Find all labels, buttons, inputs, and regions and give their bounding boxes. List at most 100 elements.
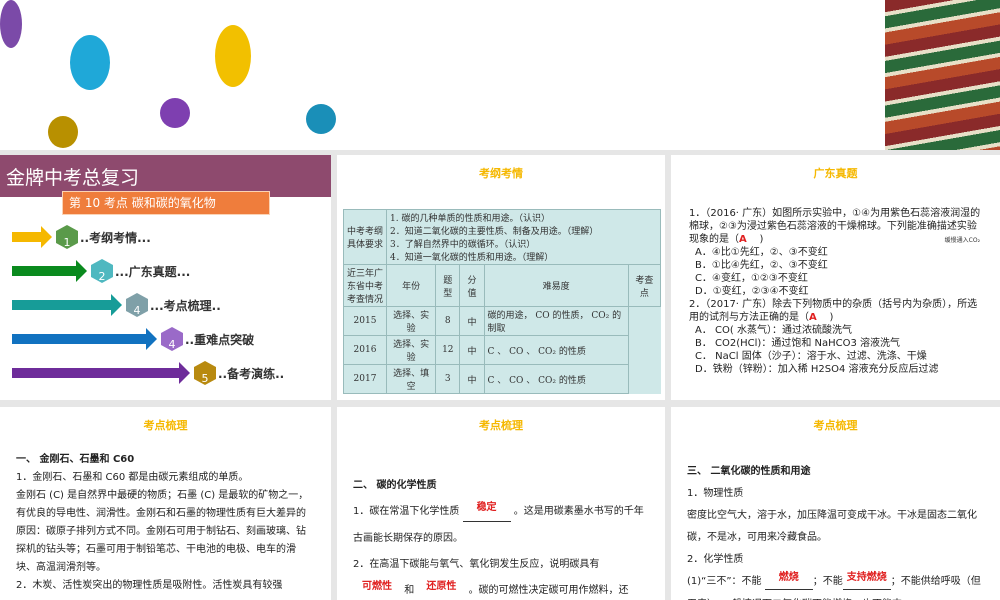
table-cell: 12 [435, 335, 461, 365]
col-header: 分值 [459, 264, 485, 307]
menu-item-label: ...广东真题... [115, 264, 191, 279]
menu-item[interactable]: 5 ..备考演练.. [12, 361, 284, 385]
paragraph: 1．金刚石、石墨和 C60 都是由碳元素组成的单质。 [16, 472, 249, 483]
cover-slide[interactable]: 金牌中考总复习 第 10 考点 碳和碳的氧化物 1 ..考纲考情... 2 ...广东… [0, 155, 331, 400]
experiment-figure: 缓慢通入CO₂ [945, 235, 980, 244]
section-heading: 三、 二氧化碳的性质和用途 [687, 466, 811, 477]
req-item: 2．知道二氧化碳的主要性质、制备及用途。（理解） [390, 227, 599, 237]
books-image [885, 0, 1000, 150]
slide-grid: 金牌中考总复习 第 10 考点 碳和碳的氧化物 1 ..考纲考情... 2 ...广东… [0, 150, 1000, 600]
notes-body: 三、 二氧化碳的性质和用途 1．物理性质 密度比空气大，溶于水，加压降温可变成干… [671, 461, 1000, 600]
menu-item-label: ..考纲考情... [80, 230, 151, 245]
menu-item-label: ..备考演练.. [218, 366, 285, 381]
paragraph: 1．碳在常温下化学性质 稳定 。这是用碳素墨水书写的千年古画能长期保存的原因。 [353, 499, 649, 552]
paragraph: 金刚石 (C) 是自然界中最硬的物质；石墨 (C) 是最软的矿物之一，有优良的导… [16, 490, 309, 573]
option: D．铁粉（锌粉）：加入稀 H2SO4 溶液充分反应后过滤 [695, 364, 939, 375]
menu-item[interactable]: 4 ..重难点突破 [12, 327, 254, 351]
paren: ) [759, 234, 764, 245]
req-head: 中考考纲具体要求 [343, 209, 387, 265]
item-number: 1 [63, 236, 71, 249]
table-row: 2016 选择、实验 12 中 C 、 CO 、 CO₂ 的性质 [343, 335, 661, 365]
answer: A [809, 312, 817, 323]
cube-icon: 1 [56, 225, 78, 249]
req-item: 4．知道一氧化碳的性质和用途。（理解） [390, 253, 554, 263]
table-cell: 2017 [343, 364, 387, 394]
item-number: 4 [168, 338, 176, 351]
paragraph: 2．木炭、活性炭突出的物理性质是吸附性。活性炭具有较强 [16, 580, 283, 591]
arrow-icon [12, 362, 190, 384]
subheading: 2．化学性质 [687, 554, 744, 565]
req-item: 3．了解自然界中的碳循环。（认识） [390, 240, 536, 250]
slide-title: 考纲考情 [479, 167, 523, 180]
text: 和 [404, 585, 415, 596]
arrow-icon [12, 328, 157, 350]
text: 。碳的可燃性决定碳可用作燃料，还 [468, 585, 629, 596]
notes-slide-3[interactable]: 考点梳理 三、 二氧化碳的性质和用途 1．物理性质 密度比空气大，溶于水，加压降… [671, 407, 1000, 600]
exam-slide[interactable]: 广东真题 1．（2016· 广东）如图所示实验中，①④为用紫色石蕊溶液润湿的棉球… [671, 155, 1000, 400]
menu-item-label: ...考点梳理.. [150, 298, 221, 313]
notes-slide-2[interactable]: 考点梳理 二、 碳的化学性质 1．碳在常温下化学性质 稳定 。这是用碳素墨水书写… [337, 407, 665, 600]
option: B．①比④先红，②、③不变红 [695, 260, 828, 271]
item-number: 5 [201, 372, 209, 385]
text: (1)“三不”：不能 [687, 576, 762, 587]
subheading: 1．物理性质 [687, 488, 744, 499]
cube-icon: 2 [91, 259, 113, 283]
notes-slide-1[interactable]: 考点梳理 一、 金刚石、石墨和 C60 1．金刚石、石墨和 C60 都是由碳元素… [0, 407, 331, 600]
cube-icon: 4 [126, 293, 148, 317]
table-row: 2017 选择、填空 3 中 C 、 CO 、 CO₂ 的性质 [343, 364, 661, 394]
decorative-yellow-egg [215, 25, 251, 87]
table-cell: 2016 [343, 335, 387, 365]
item-number: 4 [133, 304, 141, 317]
option: B． CO2(HCl)：通过饱和 NaHCO3 溶液洗气 [695, 338, 901, 349]
table-cell: C 、 CO 、 CO₂ 的性质 [483, 364, 629, 394]
q2-options: A． CO( 水蒸气）：通过浓硫酸洗气 B． CO2(HCl)：通过饱和 NaHC… [671, 324, 1000, 376]
slide-title: 广东真题 [813, 167, 858, 180]
menu-item-label: ..重难点突破 [185, 332, 255, 347]
menu-item[interactable]: 1 ..考纲考情... [12, 225, 151, 249]
option: C． NaCl 固体（沙子）：溶于水、过滤、洗涤、干燥 [695, 351, 927, 362]
decorative-teal-ball [306, 104, 336, 134]
req-item: 1. 碳的几种单质的性质和用途。（认识） [390, 214, 550, 224]
outline-table: 中考考纲具体要求 1. 碳的几种单质的性质和用途。（认识） 2．知道二氧化碳的主… [343, 209, 662, 394]
table-cell: C 、 CO 、 CO₂ 的性质 [483, 335, 629, 365]
table-row: 2015 选择、实验 8 中碳的用途， CO 的性质， CO₂ 的制取 [343, 306, 661, 336]
table-cell: 选择、实验 [385, 306, 437, 336]
cube-icon: 4 [161, 327, 183, 351]
q1-options: A．④比①先红，②、③不变红 B．①比④先红，②、③不变红 C．④变红，①②③不变红… [671, 246, 1000, 298]
table-cell: 碳的用途， CO 的性质， CO₂ 的制取 [483, 306, 629, 336]
answer: A [739, 234, 747, 245]
question-text: 1．（2016· 广东）如图所示实验中，①④为用紫色石蕊溶液润湿的棉球，②③为浸… [689, 208, 981, 245]
decorative-blue-egg [70, 35, 110, 90]
col-header: 题型 [435, 264, 461, 307]
table-cell: 中 [459, 364, 485, 394]
table-cell: 中 [459, 335, 485, 365]
answer-blank: 还原性 [417, 574, 465, 600]
arrow-icon [12, 294, 122, 316]
table-cell: 中 [459, 306, 485, 336]
answer-blank: 燃烧 [764, 567, 813, 590]
col-header: 年份 [385, 264, 437, 307]
notes-body: 一、 金刚石、石墨和 C60 1．金刚石、石墨和 C60 都是由碳元素组成的单质… [0, 451, 331, 595]
slide-title: 考点梳理 [813, 419, 858, 432]
question-2: 2．（2017· 广东）除去下列物质中的杂质（括号内为杂质），所选用的试剂与方法… [671, 298, 1000, 324]
option: C．④变红，①②③不变红 [695, 273, 808, 284]
figure-label: 缓慢通入CO₂ [944, 237, 980, 244]
answer-blank: 支持燃烧 [842, 567, 891, 590]
arrow-icon [12, 260, 87, 282]
decorative-purple-ball [160, 98, 190, 128]
section-heading: 一、 金刚石、石墨和 C60 [16, 454, 135, 465]
paragraph: (1)“三不”：不能 燃烧；不能支持燃烧；不能供给呼吸（但无毒），一般情况下二氧… [687, 571, 984, 600]
item-number: 2 [98, 270, 106, 283]
cover-title: 金牌中考总复习 [6, 167, 140, 189]
text: 2．在高温下碳能与氧气、氧化铜发生反应，说明碳具有 [353, 559, 600, 570]
arrow-icon [12, 226, 52, 248]
outline-slide[interactable]: 考纲考情 中考考纲具体要求 1. 碳的几种单质的性质和用途。（认识） 2．知道二… [337, 155, 665, 400]
cube-icon: 5 [194, 361, 216, 385]
menu-item[interactable]: 4 ...考点梳理.. [12, 293, 221, 317]
option: D．①变红，②③④不变红 [695, 286, 809, 297]
menu-item[interactable]: 2 ...广东真题... [12, 259, 190, 283]
hist-head: 近三年广东省中考考查情况 [343, 264, 387, 307]
req-list: 1. 碳的几种单质的性质和用途。（认识） 2．知道二氧化碳的主要性质、制备及用途… [386, 209, 661, 265]
col-header: 难易度 [483, 264, 629, 307]
decorative-yellow-ball [48, 116, 78, 148]
